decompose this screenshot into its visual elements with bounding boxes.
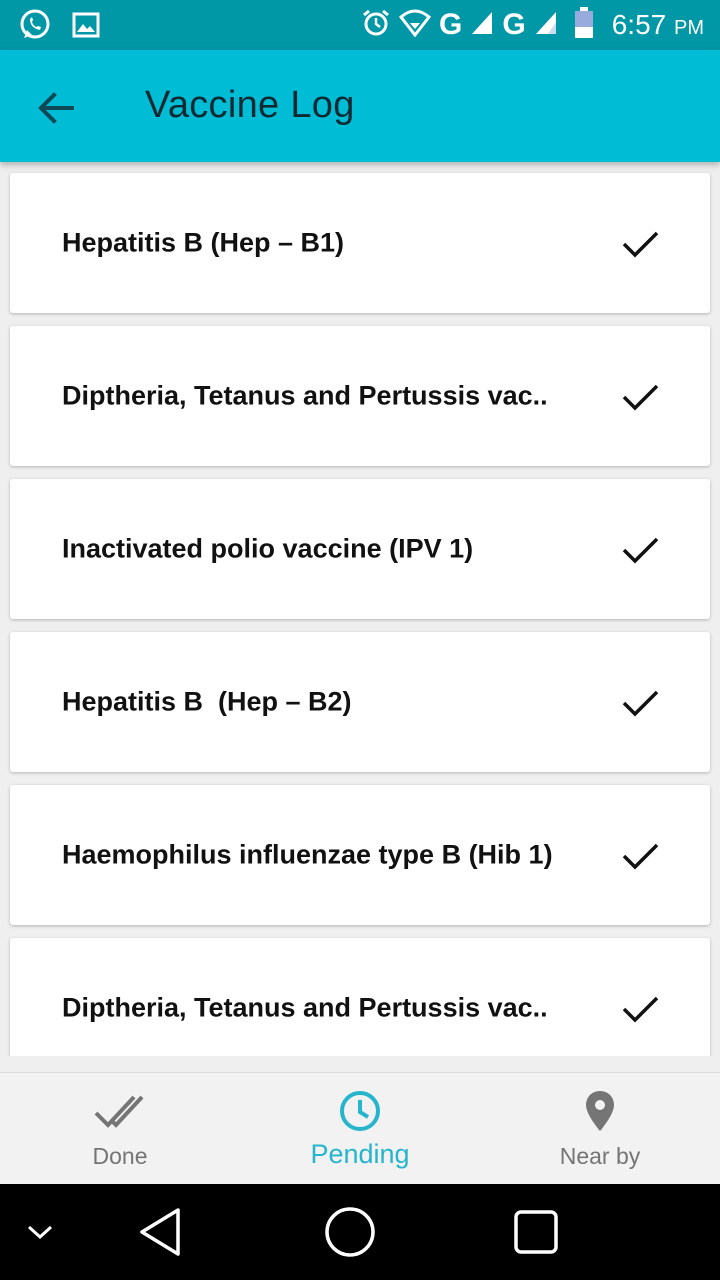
network-type-label: G — [502, 8, 526, 41]
recents-nav-button[interactable] — [508, 1184, 564, 1280]
time-value: 6:57 — [611, 9, 667, 40]
hide-nav-button[interactable] — [18, 1184, 62, 1280]
tab-done[interactable]: Done — [0, 1073, 240, 1185]
tab-label: Near by — [559, 1143, 641, 1169]
vaccine-card[interactable]: Diptheria, Tetanus and Pertussis vac.. — [10, 938, 710, 1056]
clock-icon — [338, 1089, 382, 1138]
network-type-label: G — [439, 8, 463, 41]
vaccine-name: Diptheria, Tetanus and Pertussis vac.. — [62, 992, 548, 1023]
whatsapp-icon — [18, 8, 52, 47]
back-button[interactable] — [34, 86, 78, 130]
time-ampm: PM — [674, 17, 704, 39]
triangle-back-icon — [140, 1208, 180, 1256]
check-icon — [622, 690, 659, 717]
home-nav-button[interactable] — [318, 1184, 382, 1280]
check-icon — [622, 384, 659, 411]
app-bar: Vaccine Log — [0, 50, 720, 162]
chevron-down-icon — [27, 1225, 53, 1240]
vaccine-card[interactable]: Hepatitis B (Hep – B1) — [10, 173, 710, 313]
check-icon — [622, 231, 659, 258]
circle-home-icon — [325, 1207, 375, 1257]
page-title: Vaccine Log — [145, 84, 355, 126]
location-pin-icon — [583, 1089, 617, 1138]
check-icon — [622, 537, 659, 564]
back-nav-button[interactable] — [130, 1184, 190, 1280]
check-icon — [622, 996, 659, 1023]
arrow-back-icon — [38, 92, 74, 124]
vaccine-name: Hepatitis B (Hep – B2) — [62, 686, 352, 717]
signal-icon — [534, 10, 558, 41]
status-bar: G G 6:57 PM — [0, 0, 720, 50]
battery-icon — [574, 6, 594, 44]
double-check-icon — [94, 1089, 146, 1138]
system-navigation-bar — [0, 1184, 720, 1280]
vaccine-list[interactable]: Hepatitis B (Hep – B1) Diptheria, Tetanu… — [0, 162, 720, 1056]
tab-label: Done — [92, 1143, 148, 1169]
alarm-icon — [361, 8, 391, 43]
square-recents-icon — [514, 1210, 558, 1254]
vaccine-name: Hepatitis B (Hep – B1) — [62, 227, 345, 258]
vaccine-card[interactable]: Diptheria, Tetanus and Pertussis vac.. — [10, 326, 710, 466]
clock-time: 6:57 PM — [612, 9, 704, 41]
vaccine-card[interactable]: Inactivated polio vaccine (IPV 1) — [10, 479, 710, 619]
vaccine-card[interactable]: Haemophilus influenzae type B (Hib 1) — [10, 785, 710, 925]
signal-icon — [470, 10, 494, 41]
vaccine-name: Inactivated polio vaccine (IPV 1) — [62, 533, 474, 564]
vaccine-name: Haemophilus influenzae type B (Hib 1) — [62, 839, 553, 870]
wifi-icon — [398, 9, 432, 42]
tab-label: Pending — [310, 1139, 410, 1169]
vaccine-card[interactable]: Hepatitis B (Hep – B2) — [10, 632, 710, 772]
bottom-navigation: Done Pending Near by — [0, 1072, 720, 1185]
tab-pending[interactable]: Pending — [240, 1073, 480, 1185]
vaccine-name: Diptheria, Tetanus and Pertussis vac.. — [62, 380, 548, 411]
check-icon — [622, 843, 659, 870]
image-icon — [72, 12, 100, 43]
tab-near-by[interactable]: Near by — [480, 1073, 720, 1185]
